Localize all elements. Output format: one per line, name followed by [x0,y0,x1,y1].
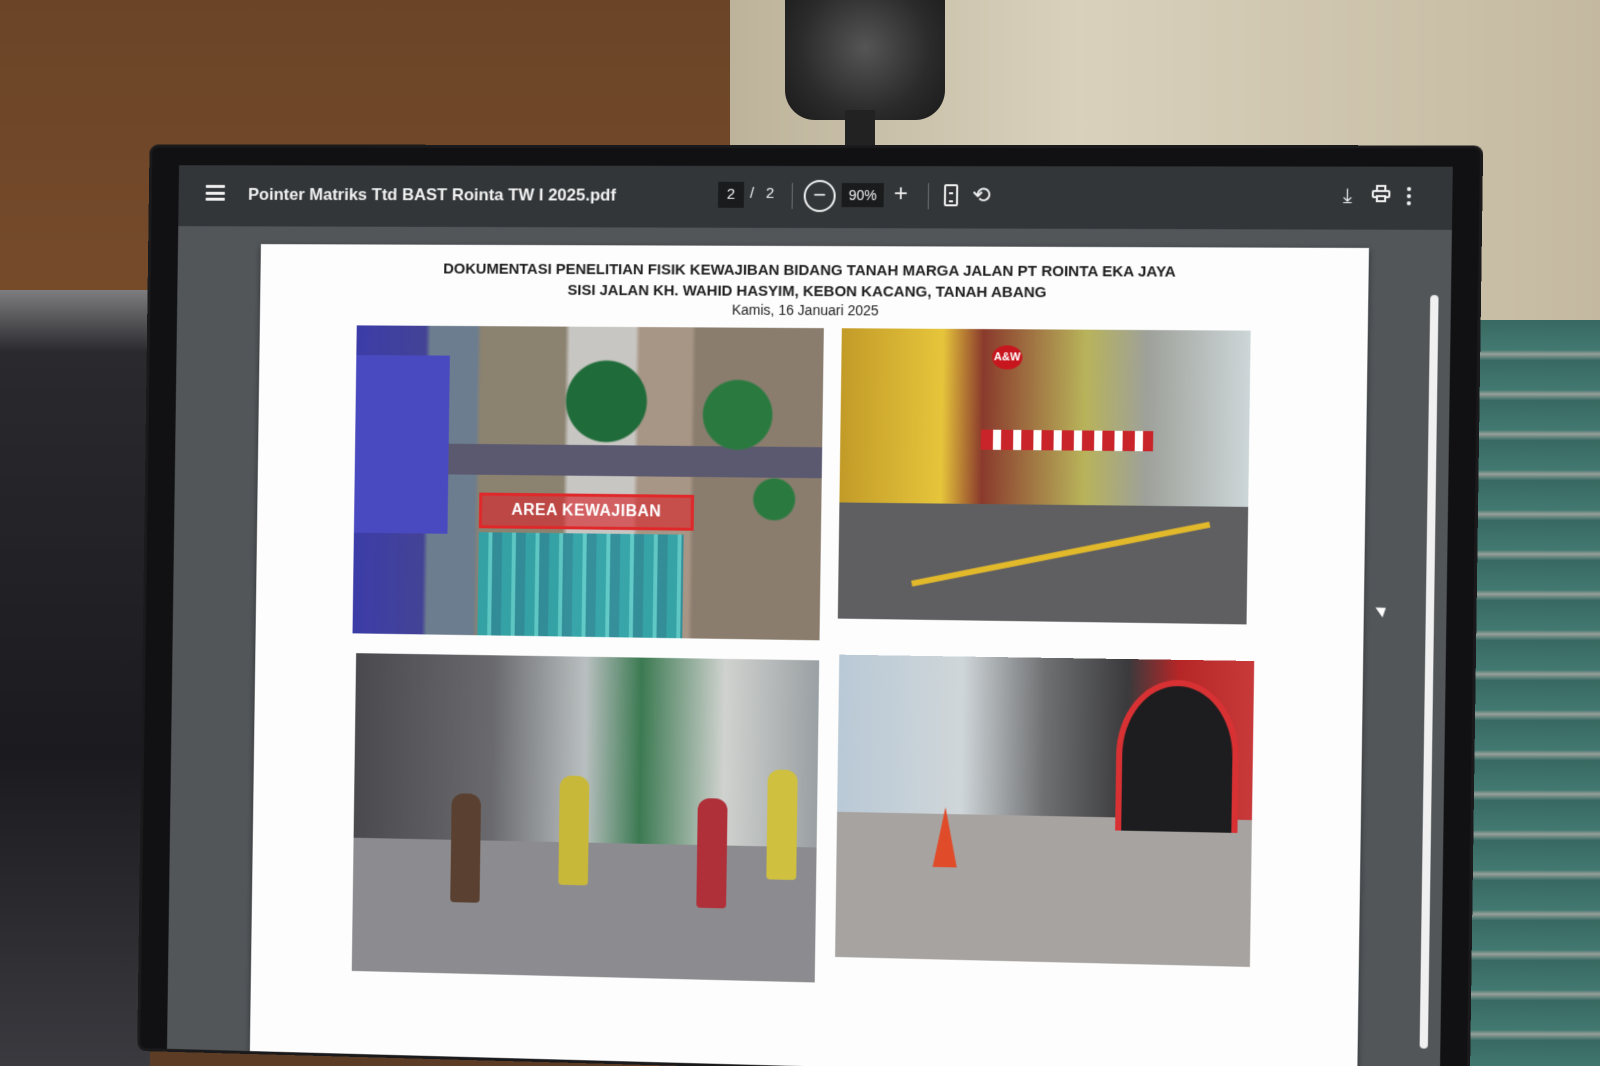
scrollbar[interactable] [1419,295,1439,1049]
zoom-level-input[interactable]: 90% [841,183,884,208]
area-kewajiban-label: AREA KEWAJIBAN [478,492,695,531]
print-icon[interactable] [1371,184,1391,203]
person [766,769,798,881]
monitor: Pointer Matriks Ttd BAST Rointa TW I 202… [140,147,1481,1066]
traffic-cone [932,806,958,868]
screen: Pointer Matriks Ttd BAST Rointa TW I 202… [167,165,1453,1066]
person [696,798,728,909]
toolbar-divider [927,183,930,210]
decorative-arch [1115,679,1240,833]
download-icon[interactable]: ⤓ [1343,185,1352,208]
aerial-parking-area [477,532,684,639]
page-separator: / [749,184,755,202]
pdf-page: DOKUMENTASI PENELITIAN FISIK KEWAJIBAN B… [249,244,1369,1066]
store-sign: A&W [991,345,1023,370]
decorative-banner [980,429,1154,452]
page-total: 2 [765,184,775,202]
person [558,775,590,886]
page-number-input[interactable]: 2 [717,181,745,208]
more-icon[interactable] [1406,187,1412,208]
ceiling-speaker [785,0,945,120]
aerial-photo: AREA KEWAJIBAN [352,325,824,641]
person [450,793,482,903]
rotate-icon[interactable]: ⟲ [972,182,991,208]
file-title: Pointer Matriks Ttd BAST Rointa TW I 202… [247,185,617,205]
toolbar-divider [791,182,793,209]
zoom-out-icon[interactable]: − [803,179,836,213]
aerial-building [353,355,450,534]
street-photo-3 [835,654,1255,967]
pdf-toolbar: Pointer Matriks Ttd BAST Rointa TW I 202… [178,165,1453,230]
menu-icon[interactable] [205,184,226,201]
document-title: DOKUMENTASI PENELITIAN FISIK KEWAJIBAN B… [260,258,1369,305]
fit-page-icon[interactable] [943,184,959,207]
street-photo-2 [351,653,820,983]
pdf-viewer-area[interactable]: DOKUMENTASI PENELITIAN FISIK KEWAJIBAN B… [167,226,1452,1066]
street-photo-1: A&W [837,328,1251,625]
road-marking [911,521,1211,587]
room-panel [0,290,150,1066]
zoom-in-icon[interactable]: + [894,180,908,208]
